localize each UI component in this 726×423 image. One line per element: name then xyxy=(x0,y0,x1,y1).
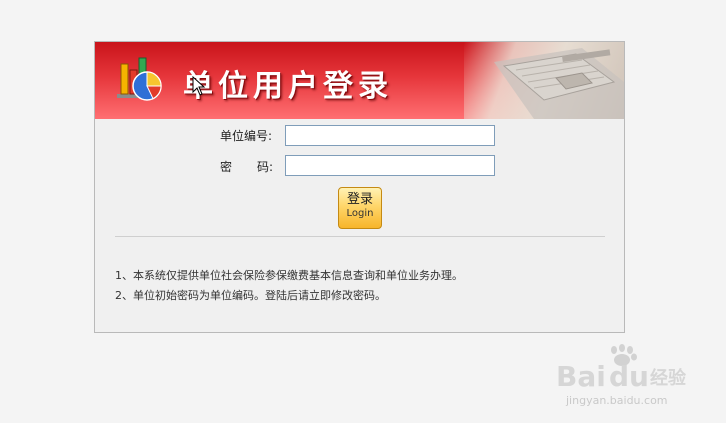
svg-text:经验: 经验 xyxy=(650,367,687,389)
baidu-watermark-logo: Bai du 经验 xyxy=(556,344,687,392)
unit-id-label: 单位编号: xyxy=(220,129,273,143)
login-button-sublabel: Login xyxy=(346,208,374,219)
divider xyxy=(115,236,605,237)
login-button[interactable]: 登录 Login xyxy=(338,187,382,229)
svg-text:Bai: Bai xyxy=(556,360,606,392)
note-item: 1、本系统仅提供单位社会保险参保缴费基本信息查询和单位业务办理。 xyxy=(115,269,463,282)
svg-text:du: du xyxy=(609,360,649,392)
password-label-right: 码: xyxy=(257,160,274,174)
unit-id-input[interactable] xyxy=(285,125,495,146)
mouse-cursor-icon xyxy=(192,76,206,96)
login-button-label: 登录 xyxy=(346,192,373,207)
note-item: 2、单位初始密码为单位编码。登陆后请立即修改密码。 xyxy=(115,289,386,302)
page-title: 单位用户登录 xyxy=(183,69,393,104)
login-banner: 单位用户登录 xyxy=(95,42,624,119)
watermark-domain: jingyan.baidu.com xyxy=(566,394,668,407)
laptop-image xyxy=(464,42,624,119)
chart-logo-icon xyxy=(117,57,162,101)
password-label-left: 密 xyxy=(220,160,233,174)
login-panel: 单位用户登录 单位编号: 密 码: 登录 Login 1、本系统仅提供单位社会保… xyxy=(94,41,625,333)
password-input[interactable] xyxy=(285,155,495,176)
